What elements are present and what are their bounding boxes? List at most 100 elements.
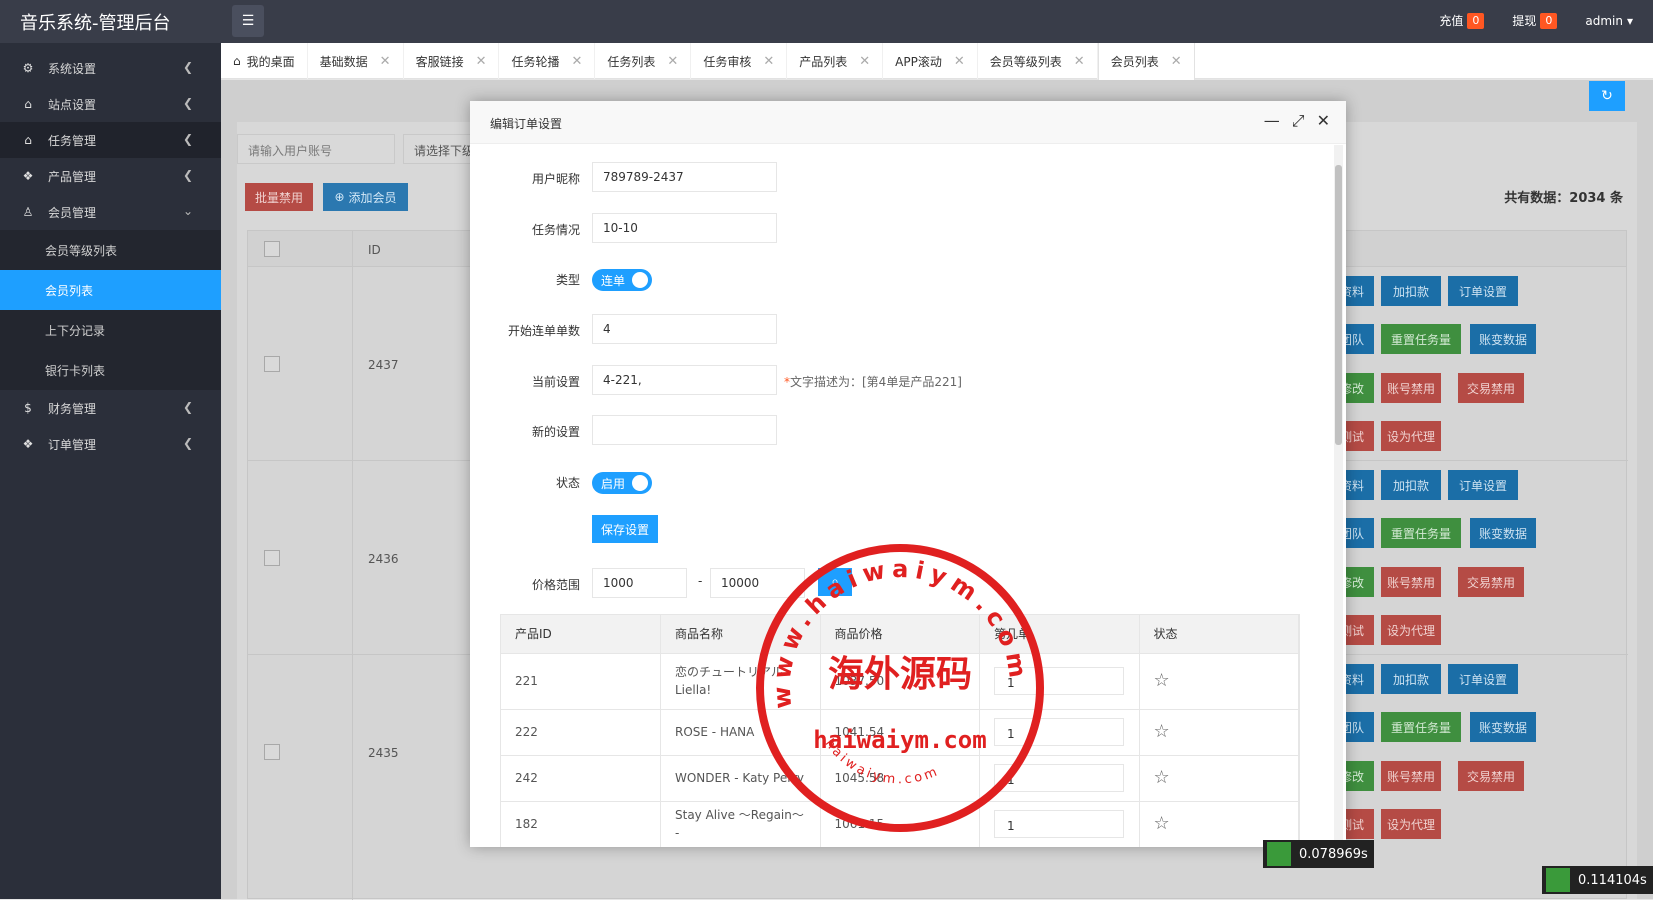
price-min-input[interactable]: 1000	[592, 568, 687, 598]
new-setting-input[interactable]	[592, 415, 777, 445]
start-order-field[interactable]: 4	[592, 314, 777, 344]
product-id: 222	[501, 708, 661, 755]
row-id: 2437	[368, 358, 399, 372]
sidebar-item-system[interactable]: ⚙ 系统设置 ❮	[0, 50, 221, 86]
close-icon[interactable]: ✕	[859, 54, 870, 69]
close-icon[interactable]: ✕	[1171, 54, 1182, 69]
account-changes-button[interactable]: 账变数据	[1470, 712, 1536, 742]
tab-task-list[interactable]: 任务列表 ✕	[595, 43, 692, 79]
tab-product-list[interactable]: 产品列表 ✕	[787, 43, 884, 79]
sidebar-item-member[interactable]: ♙ 会员管理 ⌄	[0, 194, 221, 230]
sidebar-subitem-bank-cards[interactable]: 银行卡列表	[0, 350, 221, 390]
modal-scrollbar[interactable]	[1334, 145, 1343, 847]
reset-tasks-button[interactable]: 重置任务量	[1381, 324, 1461, 354]
switch-label: 连单	[601, 274, 626, 288]
trade-disable-button[interactable]: 交易禁用	[1458, 373, 1524, 403]
order-settings-button[interactable]: 订单设置	[1448, 664, 1518, 694]
sidebar-item-site[interactable]: ⌂ 站点设置 ❮	[0, 86, 221, 122]
type-label: 类型	[555, 273, 580, 287]
subordinate-select[interactable]: 请选择下级	[403, 134, 473, 164]
star-icon[interactable]: ☆	[1154, 670, 1170, 691]
recharge-link[interactable]: 充值 0	[1439, 12, 1485, 29]
close-icon[interactable]: ✕	[572, 54, 583, 69]
adjust-balance-button[interactable]: 加扣款	[1381, 470, 1441, 500]
minimize-icon[interactable]: —	[1264, 111, 1280, 131]
sidebar-subitem-member-level[interactable]: 会员等级列表	[0, 230, 221, 270]
close-icon[interactable]: ✕	[763, 54, 774, 69]
row-checkbox[interactable]	[264, 744, 280, 760]
nickname-field[interactable]: 789789-2437	[592, 162, 777, 192]
chevron-left-icon: ❮	[182, 96, 193, 110]
account-disable-button[interactable]: 账号禁用	[1381, 761, 1441, 791]
product-id: 242	[501, 754, 661, 801]
trade-disable-button[interactable]: 交易禁用	[1458, 567, 1524, 597]
close-icon[interactable]: ✕	[954, 54, 965, 69]
account-disable-button[interactable]: 账号禁用	[1381, 373, 1441, 403]
home-icon: ⌂	[233, 54, 241, 68]
close-icon[interactable]: ✕	[476, 54, 487, 69]
user-menu[interactable]: admin ▾	[1585, 12, 1633, 29]
task-icon: ⌂	[24, 133, 32, 147]
reset-tasks-button[interactable]: 重置任务量	[1381, 712, 1461, 742]
tab-task-carousel[interactable]: 任务轮播 ✕	[499, 43, 596, 79]
current-setting-field[interactable]: 4-221,	[592, 365, 777, 395]
adjust-balance-button[interactable]: 加扣款	[1381, 276, 1441, 306]
refresh-button[interactable]: ↻	[1589, 81, 1625, 111]
status-switch[interactable]: 启用	[592, 472, 652, 494]
account-changes-button[interactable]: 账变数据	[1470, 324, 1536, 354]
batch-disable-button[interactable]: 批量禁用	[245, 183, 313, 211]
scrollbar-thumb[interactable]	[1335, 165, 1342, 445]
close-icon[interactable]: ✕	[667, 54, 678, 69]
account-disable-button[interactable]: 账号禁用	[1381, 567, 1441, 597]
sidebar-item-finance[interactable]: $ 财务管理 ❮	[0, 390, 221, 426]
tab-task-review[interactable]: 任务审核 ✕	[691, 43, 788, 79]
add-member-label: 添加会员	[348, 190, 397, 205]
sidebar-subitem-member-list[interactable]: 会员列表	[0, 270, 221, 310]
order-settings-button[interactable]: 订单设置	[1448, 470, 1518, 500]
add-member-button[interactable]: ⊕ 添加会员	[323, 183, 408, 211]
set-agent-button[interactable]: 设为代理	[1381, 809, 1441, 839]
select-all-checkbox[interactable]	[264, 241, 280, 257]
star-icon[interactable]: ☆	[1154, 721, 1170, 742]
sidebar-item-task[interactable]: ⌂ 任务管理 ❮	[0, 122, 221, 158]
timer-logo-icon	[1546, 868, 1570, 892]
total-count: 共有数据：2034 条	[1504, 191, 1623, 206]
maximize-icon[interactable]: ⤢	[1292, 111, 1305, 131]
close-icon[interactable]: ✕	[1074, 54, 1085, 69]
tab-desktop[interactable]: ⌂ 我的桌面	[221, 43, 308, 79]
task-status-field[interactable]: 10-10	[592, 213, 777, 243]
reset-tasks-button[interactable]: 重置任务量	[1381, 518, 1461, 548]
nickname-label: 用户昵称	[531, 172, 580, 186]
sidebar-item-label: 站点设置	[48, 97, 97, 112]
tab-app-scroll[interactable]: APP滚动 ✕	[883, 43, 978, 79]
row-checkbox[interactable]	[264, 550, 280, 566]
star-icon[interactable]: ☆	[1154, 813, 1170, 834]
star-icon[interactable]: ☆	[1154, 767, 1170, 788]
tab-member-level[interactable]: 会员等级列表 ✕	[978, 43, 1098, 79]
sidebar-subitem-points-log[interactable]: 上下分记录	[0, 310, 221, 350]
close-icon[interactable]: ✕	[380, 54, 391, 69]
hint-text: 文字描述为：[第4单是产品221]	[790, 375, 962, 389]
order-settings-button[interactable]: 订单设置	[1448, 276, 1518, 306]
sidebar-item-product[interactable]: ❖ 产品管理 ❮	[0, 158, 221, 194]
account-changes-button[interactable]: 账变数据	[1470, 518, 1536, 548]
row-checkbox[interactable]	[264, 356, 280, 372]
column-divider	[352, 655, 353, 900]
tab-service-link[interactable]: 客服链接 ✕	[404, 43, 500, 79]
withdraw-link[interactable]: 提现 0	[1512, 12, 1558, 29]
column-divider	[352, 461, 353, 654]
close-icon[interactable]: ✕	[1317, 111, 1330, 131]
menu-toggle-button[interactable]: ☰	[232, 5, 264, 37]
save-settings-button[interactable]: 保存设置	[592, 515, 658, 543]
set-agent-button[interactable]: 设为代理	[1381, 421, 1441, 451]
tab-basic-data[interactable]: 基础数据 ✕	[308, 43, 404, 79]
type-switch[interactable]: 连单	[592, 269, 652, 291]
price-range-label: 价格范围	[531, 578, 580, 592]
user-account-search-input[interactable]: 请输入用户账号	[237, 134, 395, 164]
trade-disable-button[interactable]: 交易禁用	[1458, 761, 1524, 791]
adjust-balance-button[interactable]: 加扣款	[1381, 664, 1441, 694]
timer-value: 0.114104s	[1578, 872, 1647, 888]
set-agent-button[interactable]: 设为代理	[1381, 615, 1441, 645]
sidebar-item-order[interactable]: ❖ 订单管理 ❮	[0, 426, 221, 462]
tab-member-list[interactable]: 会员列表 ✕	[1097, 43, 1195, 80]
